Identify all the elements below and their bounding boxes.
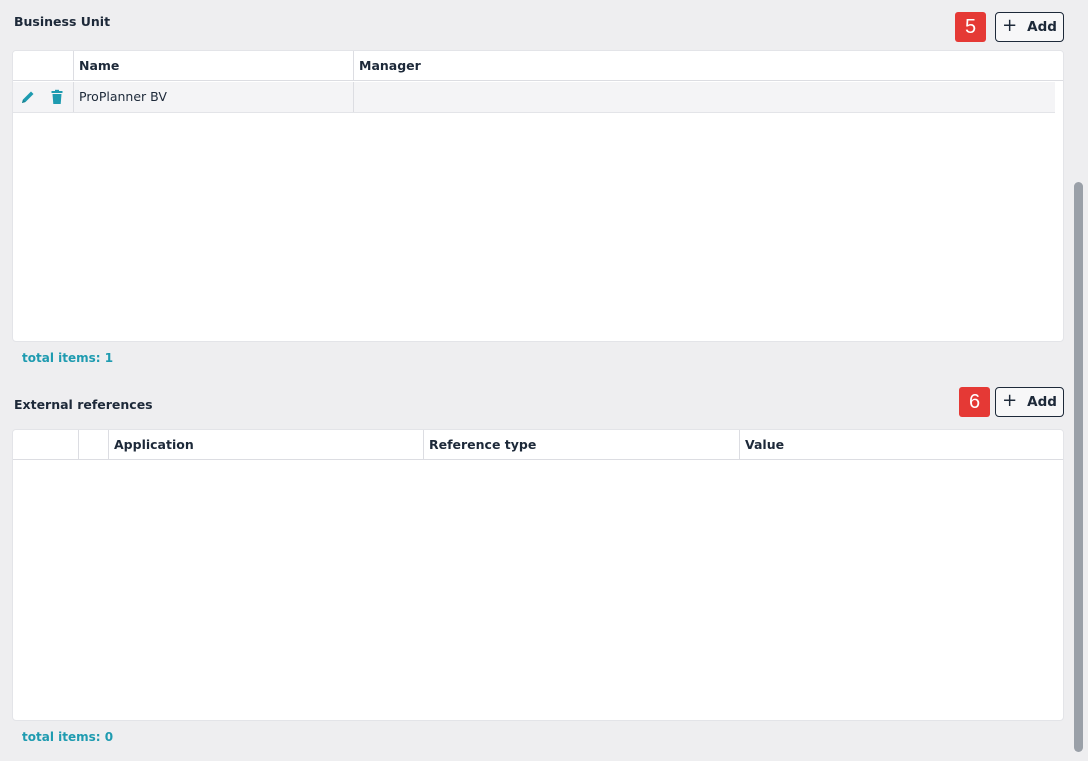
select-column-header [78, 430, 108, 460]
actions-column-header [13, 51, 73, 81]
external-references-title: External references [14, 397, 153, 412]
table-row[interactable]: ProPlanner BV [13, 82, 1055, 113]
grid-header: Name Manager [13, 51, 1063, 81]
grid-header: Application Reference type Value [13, 430, 1063, 460]
actions-column-header [13, 430, 78, 460]
business-unit-total: total items: 1 [22, 351, 114, 365]
column-header-application[interactable]: Application [108, 430, 423, 460]
annotation-badge-5: 5 [955, 12, 986, 42]
add-label: Add [1027, 394, 1057, 410]
column-header-value[interactable]: Value [739, 430, 1063, 460]
external-references-total: total items: 0 [22, 730, 114, 744]
business-unit-grid: Name Manager ProPlanner BV [12, 50, 1064, 342]
annotation-badge-6: 6 [959, 387, 990, 417]
add-label: Add [1027, 19, 1057, 35]
business-unit-title: Business Unit [14, 14, 111, 29]
trash-icon[interactable] [49, 89, 65, 105]
external-references-grid: Application Reference type Value [12, 429, 1064, 721]
column-header-manager[interactable]: Manager [353, 51, 1055, 81]
cell-name: ProPlanner BV [73, 82, 353, 112]
external-references-add-button[interactable]: + Add [995, 387, 1064, 417]
page: Business Unit 5 + Add Name Manager ProPl… [0, 0, 1088, 761]
pencil-icon[interactable] [20, 89, 36, 105]
plus-icon: + [1002, 15, 1018, 36]
column-header-name[interactable]: Name [73, 51, 353, 81]
scrollbar-thumb[interactable] [1074, 182, 1083, 752]
plus-icon: + [1002, 390, 1018, 411]
business-unit-add-button[interactable]: + Add [995, 12, 1064, 42]
column-header-reference-type[interactable]: Reference type [423, 430, 739, 460]
cell-manager [353, 82, 1055, 112]
